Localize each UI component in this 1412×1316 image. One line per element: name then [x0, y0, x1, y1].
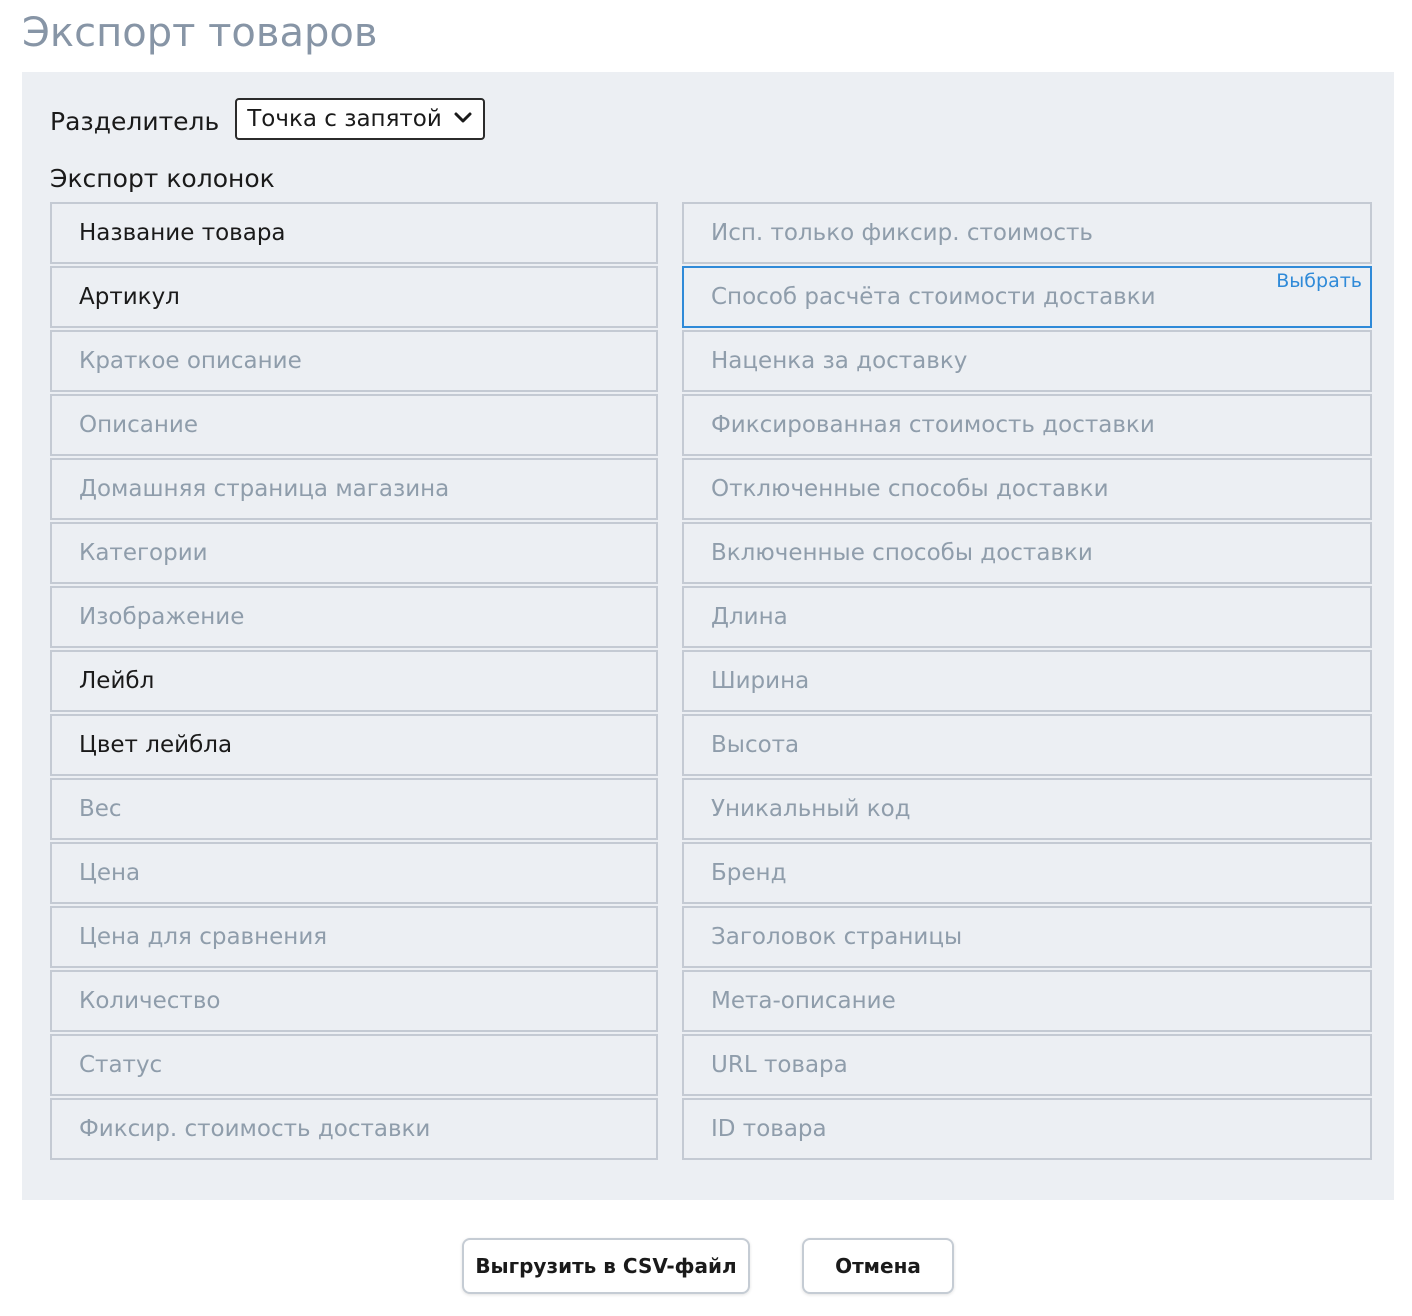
column-item-label: Цена для сравнения [79, 924, 328, 950]
column-item[interactable]: Высота [682, 714, 1372, 776]
action-buttons: Выгрузить в CSV-файл Отмена [0, 1238, 1412, 1294]
column-item-label: Фиксированная стоимость доставки [711, 412, 1155, 438]
column-item-label: Количество [79, 988, 221, 1014]
column-item[interactable]: Артикул [50, 266, 658, 328]
column-item[interactable]: Изображение [50, 586, 658, 648]
column-item[interactable]: Цвет лейбла [50, 714, 658, 776]
column-item-label: Ширина [711, 668, 810, 694]
column-item-label: Исп. только фиксир. стоимость [711, 220, 1093, 246]
column-item[interactable]: Название товара [50, 202, 658, 264]
column-item[interactable]: Домашняя страница магазина [50, 458, 658, 520]
column-item-label: Вес [79, 796, 122, 822]
column-item[interactable]: Исп. только фиксир. стоимость [682, 202, 1372, 264]
column-item[interactable]: Лейбл [50, 650, 658, 712]
column-item-label: Уникальный код [711, 796, 911, 822]
export-columns-label: Экспорт колонок [50, 164, 275, 193]
chevron-down-icon [453, 110, 473, 129]
select-link[interactable]: Выбрать [1276, 270, 1362, 292]
column-item-label: Отключенные способы доставки [711, 476, 1109, 502]
column-item-label: Фиксир. стоимость доставки [79, 1116, 431, 1142]
column-item[interactable]: Вес [50, 778, 658, 840]
column-item-label: ID товара [711, 1116, 827, 1142]
column-item[interactable]: Уникальный код [682, 778, 1372, 840]
separator-select-value: Точка с запятой [247, 106, 442, 132]
columns-list-right: Исп. только фиксир. стоимость Способ расч… [682, 202, 1372, 1162]
columns-list-left: Название товара Артикул Краткое описание Оп… [50, 202, 658, 1162]
column-item[interactable]: URL товара [682, 1034, 1372, 1096]
separator-row: Разделитель Точка с запятой [50, 98, 486, 140]
column-item-label: Статус [79, 1052, 163, 1078]
column-item[interactable]: Количество [50, 970, 658, 1032]
column-item[interactable]: Цена для сравнения [50, 906, 658, 968]
column-item-label: Цвет лейбла [79, 732, 233, 758]
column-item[interactable]: Способ расчёта стоимости доставки Выбрать [682, 266, 1372, 328]
column-item-label: Включенные способы доставки [711, 540, 1093, 566]
column-item[interactable]: Длина [682, 586, 1372, 648]
column-item-label: Мета-описание [711, 988, 896, 1014]
column-item-label: Категории [79, 540, 208, 566]
column-item-label: Лейбл [79, 668, 155, 694]
column-item-label: URL товара [711, 1052, 848, 1078]
column-item[interactable]: Фиксир. стоимость доставки [50, 1098, 658, 1160]
column-item-label: Высота [711, 732, 800, 758]
column-item[interactable]: Включенные способы доставки [682, 522, 1372, 584]
column-item[interactable]: Бренд [682, 842, 1372, 904]
column-item[interactable]: Краткое описание [50, 330, 658, 392]
column-item[interactable]: Наценка за доставку [682, 330, 1372, 392]
column-item-label: Домашняя страница магазина [79, 476, 450, 502]
column-item-label: Заголовок страницы [711, 924, 963, 950]
column-item[interactable]: Мета-описание [682, 970, 1372, 1032]
cancel-button[interactable]: Отмена [802, 1238, 954, 1294]
column-item-label: Артикул [79, 284, 180, 310]
column-item-label: Цена [79, 860, 141, 886]
page-title: Экспорт товаров [22, 10, 378, 56]
separator-label: Разделитель [50, 106, 220, 136]
column-item-label: Описание [79, 412, 198, 438]
column-item-label: Краткое описание [79, 348, 302, 374]
column-item[interactable]: Цена [50, 842, 658, 904]
column-item[interactable]: Описание [50, 394, 658, 456]
column-item[interactable]: Ширина [682, 650, 1372, 712]
column-item[interactable]: Отключенные способы доставки [682, 458, 1372, 520]
column-item[interactable]: Фиксированная стоимость доставки [682, 394, 1372, 456]
column-item-label: Длина [711, 604, 788, 630]
column-item[interactable]: ID товара [682, 1098, 1372, 1160]
column-item-label: Название товара [79, 220, 286, 246]
column-item[interactable]: Статус [50, 1034, 658, 1096]
column-item[interactable]: Категории [50, 522, 658, 584]
export-panel: Разделитель Точка с запятой Экспорт коло… [22, 72, 1394, 1200]
column-item-label: Бренд [711, 860, 787, 886]
column-item-label: Способ расчёта стоимости доставки [711, 284, 1156, 310]
separator-select[interactable]: Точка с запятой [235, 98, 486, 140]
column-item[interactable]: Заголовок страницы [682, 906, 1372, 968]
export-csv-button[interactable]: Выгрузить в CSV-файл [462, 1238, 750, 1294]
column-item-label: Наценка за доставку [711, 348, 968, 374]
column-item-label: Изображение [79, 604, 245, 630]
